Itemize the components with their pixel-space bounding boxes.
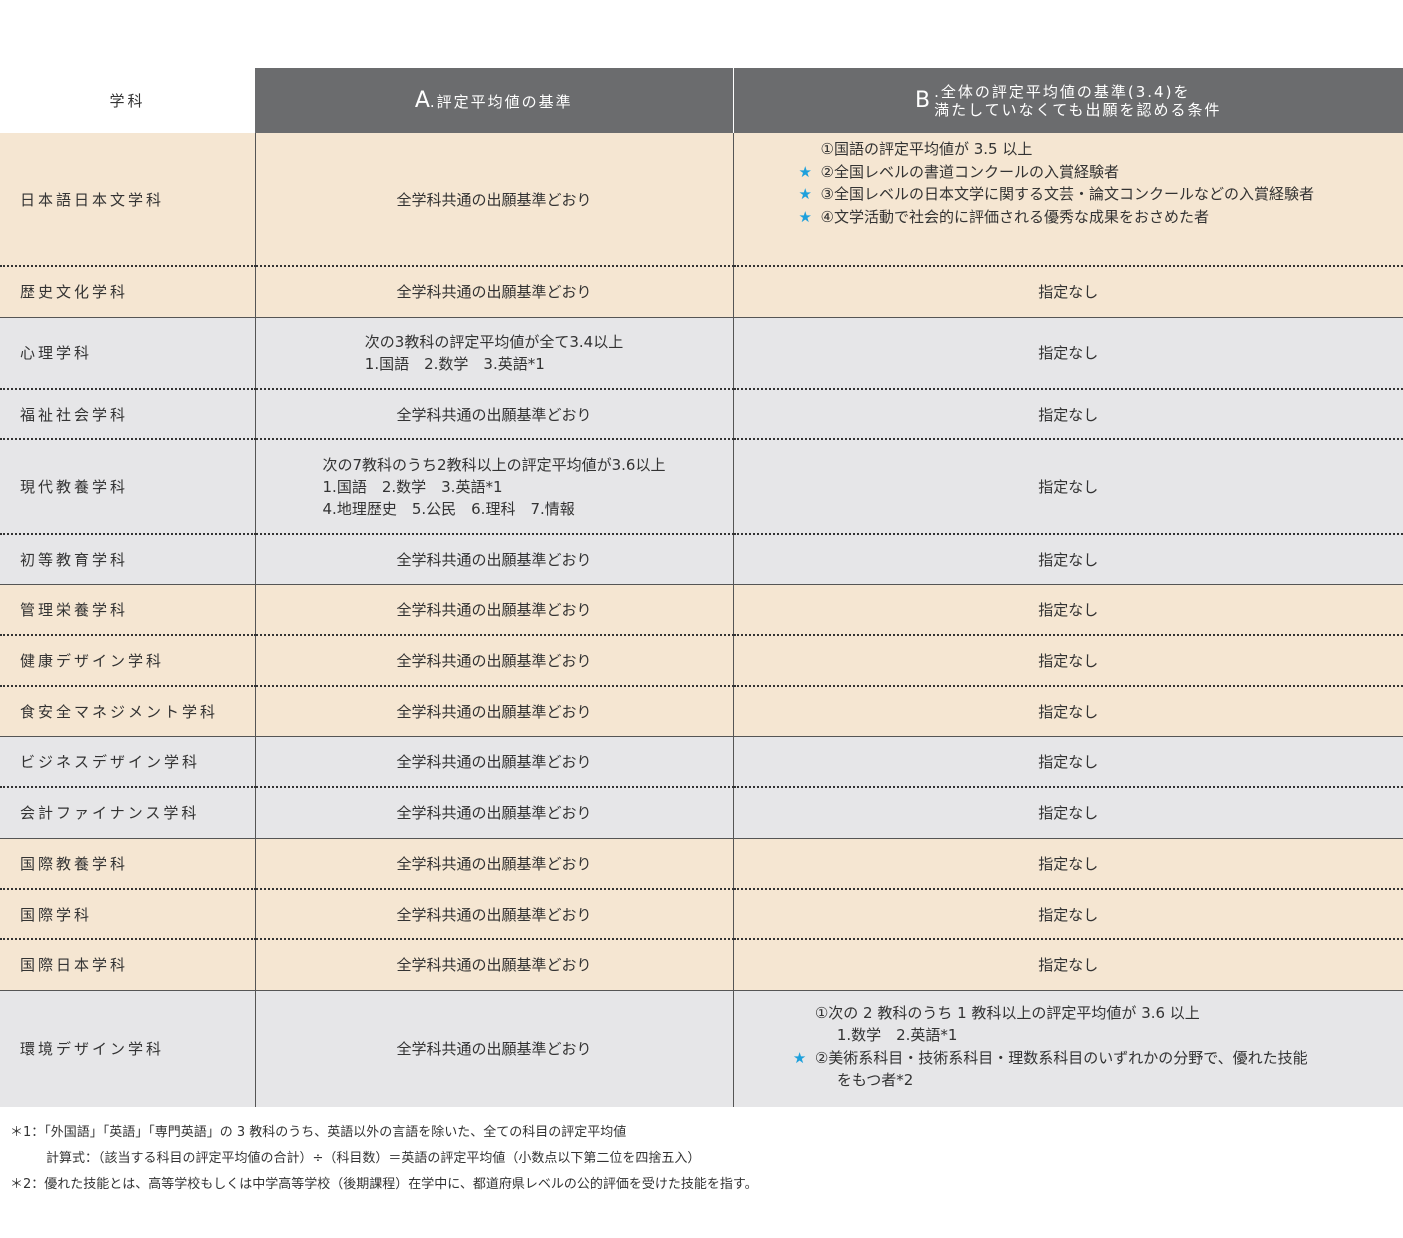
criterion-b: 指定なし <box>733 635 1403 687</box>
condition-line: ①次の 2 教科のうち 1 教科以上の評定平均値が 3.6 以上 <box>814 1003 1200 1022</box>
header-dept: 学科 <box>0 68 255 133</box>
criterion-b: 指定なし <box>733 534 1403 585</box>
criterion-line: 1.国語 2.数学 3.英語*1 <box>364 354 545 373</box>
criterion-a: 全学科共通の出願基準どおり <box>255 584 734 636</box>
table-row: ビジネスデザイン学科 全学科共通の出願基準どおり 指定なし <box>0 736 1403 788</box>
criterion-b: 指定なし <box>733 266 1403 318</box>
header-a-label: .評定平均値の基準 <box>429 93 573 111</box>
star-icon: ★ <box>798 207 812 226</box>
criterion-a: 全学科共通の出願基準どおり <box>255 686 734 737</box>
dept-name: 現代教養学科 <box>0 439 256 535</box>
criterion-b: 指定なし <box>733 389 1403 440</box>
criterion-a: 全学科共通の出願基準どおり <box>255 787 734 839</box>
criterion-b: 指定なし <box>733 317 1403 390</box>
footnote-2: ＊2：優れた技能とは、高等学校もしくは中学高等学校（後期課程）在学中に、都道府県… <box>10 1177 758 1192</box>
criterion-b: 指定なし <box>733 787 1403 839</box>
criterion-a: 全学科共通の出願基準どおり <box>255 389 734 440</box>
criterion-b: 指定なし <box>733 736 1403 788</box>
criterion-a: 次の3教科の評定平均値が全て3.4以上 1.国語 2.数学 3.英語*1 <box>255 317 734 390</box>
footnote-1-formula: 計算式：（該当する科目の評定平均値の合計）÷（科目数）＝英語の評定平均値（小数点… <box>46 1151 701 1166</box>
criterion-a: 全学科共通の出願基準どおり <box>255 534 734 585</box>
criterion-line: 1.国語 2.数学 3.英語*1 <box>322 477 503 496</box>
condition-line: ①国語の評定平均値が 3.5 以上 <box>820 140 1033 158</box>
condition-line: をもつ者*2 <box>836 1071 914 1090</box>
header-a: A.評定平均値の基準 <box>255 68 734 133</box>
criterion-b: 指定なし <box>733 584 1403 636</box>
table-row: 会計ファイナンス学科 全学科共通の出願基準どおり 指定なし <box>0 787 1403 839</box>
table-row: 環境デザイン学科 全学科共通の出願基準どおり ①次の 2 教科のうち 1 教科以… <box>0 990 1403 1107</box>
condition-line: ★ ③全国レベルの日本文学に関する文芸・論文コンクールなどの入賞経験者 <box>799 183 1314 206</box>
criterion-line: 次の7教科のうち2教科以上の評定平均値が3.6以上 <box>322 455 666 474</box>
table-row: 福祉社会学科 全学科共通の出願基準どおり 指定なし <box>0 389 1403 440</box>
table-row: 心理学科 次の3教科の評定平均値が全て3.4以上 1.国語 2.数学 3.英語*… <box>0 317 1403 390</box>
criterion-a: 全学科共通の出願基準どおり <box>255 838 734 890</box>
dept-name: ビジネスデザイン学科 <box>0 736 256 788</box>
condition-line: ★ ②美術系科目・技術系科目・理数系科目のいずれかの分野で、優れた技能 <box>793 1047 1308 1070</box>
table-row: 日本語日本文学科 全学科共通の出願基準どおり ①国語の評定平均値が 3.5 以上… <box>0 133 1403 267</box>
header-b-mark: B <box>915 88 931 113</box>
criterion-a: 全学科共通の出願基準どおり <box>255 266 734 318</box>
dept-name: 食安全マネジメント学科 <box>0 686 256 737</box>
footnote-1: ＊1：「外国語」「英語」「専門英語」の 3 教科のうち、英語以外の言語を除いた、… <box>10 1125 627 1140</box>
criterion-a: 全学科共通の出願基準どおり <box>255 736 734 788</box>
star-icon: ★ <box>798 185 812 203</box>
criterion-b: 指定なし <box>733 939 1403 991</box>
dept-name: 国際学科 <box>0 889 256 940</box>
table-row: 健康デザイン学科 全学科共通の出願基準どおり 指定なし <box>0 635 1403 687</box>
dept-name: 心理学科 <box>0 317 256 390</box>
table-row: 初等教育学科 全学科共通の出願基準どおり 指定なし <box>0 534 1403 585</box>
dept-name: 歴史文化学科 <box>0 266 256 318</box>
criterion-b: 指定なし <box>733 889 1403 940</box>
star-icon: ★ <box>792 1048 807 1067</box>
header-b-line2: 満たしていなくても出願を認める条件 <box>934 100 1222 119</box>
table-row: 国際教養学科 全学科共通の出願基準どおり 指定なし <box>0 838 1403 890</box>
header-b-line1: .全体の評定平均値の基準(3.4)を <box>934 82 1191 101</box>
criterion-a: 次の7教科のうち2教科以上の評定平均値が3.6以上 1.国語 2.数学 3.英語… <box>255 439 734 535</box>
dept-name: 福祉社会学科 <box>0 389 256 440</box>
table-row: 食安全マネジメント学科 全学科共通の出願基準どおり 指定なし <box>0 686 1403 737</box>
dept-name: 国際教養学科 <box>0 838 256 890</box>
dept-name: 日本語日本文学科 <box>0 133 256 267</box>
criterion-b: ①国語の評定平均値が 3.5 以上 ★ ②全国レベルの書道コンクールの入賞経験者 … <box>733 133 1403 267</box>
criteria-table-wrapper: 学科 A.評定平均値の基準 B .全体の評定平均値の基準(3.4)を 満たしてい… <box>0 68 1403 1107</box>
criterion-b: 指定なし <box>733 686 1403 737</box>
criterion-a: 全学科共通の出願基準どおり <box>255 990 734 1107</box>
criterion-b: 指定なし <box>733 439 1403 535</box>
criterion-a: 全学科共通の出願基準どおり <box>255 635 734 687</box>
criterion-b: ①次の 2 教科のうち 1 教科以上の評定平均値が 3.6 以上 1.数学 2.… <box>733 990 1403 1107</box>
dept-name: 会計ファイナンス学科 <box>0 787 256 839</box>
dept-name: 国際日本学科 <box>0 939 256 991</box>
table-header-row: 学科 A.評定平均値の基準 B .全体の評定平均値の基準(3.4)を 満たしてい… <box>0 68 1403 133</box>
footnotes: ＊1：「外国語」「英語」「専門英語」の 3 教科のうち、英語以外の言語を除いた、… <box>10 1120 758 1198</box>
dept-name: 環境デザイン学科 <box>0 990 256 1107</box>
table-row: 国際学科 全学科共通の出願基準どおり 指定なし <box>0 889 1403 940</box>
table-row: 歴史文化学科 全学科共通の出願基準どおり 指定なし <box>0 266 1403 318</box>
condition-line: ★ ②全国レベルの書道コンクールの入賞経験者 <box>799 161 1314 184</box>
criteria-table: 学科 A.評定平均値の基準 B .全体の評定平均値の基準(3.4)を 満たしてい… <box>0 68 1403 1107</box>
dept-name: 管理栄養学科 <box>0 584 256 636</box>
condition-line: 1.数学 2.英語*1 <box>836 1026 958 1045</box>
condition-line: ★ ④文学活動で社会的に評価される優秀な成果をおさめた者 <box>799 206 1314 229</box>
star-icon: ★ <box>798 162 812 181</box>
header-b: B .全体の評定平均値の基準(3.4)を 満たしていなくても出願を認める条件 <box>733 68 1403 133</box>
criterion-line: 次の3教科の評定平均値が全て3.4以上 <box>364 332 624 351</box>
table-row: 国際日本学科 全学科共通の出願基準どおり 指定なし <box>0 939 1403 991</box>
criterion-a: 全学科共通の出願基準どおり <box>255 939 734 991</box>
table-row: 現代教養学科 次の7教科のうち2教科以上の評定平均値が3.6以上 1.国語 2.… <box>0 439 1403 535</box>
criterion-line: 4.地理歴史 5.公民 6.理科 7.情報 <box>322 499 575 518</box>
criterion-a: 全学科共通の出願基準どおり <box>255 889 734 940</box>
dept-name: 健康デザイン学科 <box>0 635 256 687</box>
header-a-mark: A <box>414 88 430 113</box>
dept-name: 初等教育学科 <box>0 534 256 585</box>
criterion-a: 全学科共通の出願基準どおり <box>255 133 734 267</box>
criterion-b: 指定なし <box>733 838 1403 890</box>
table-row: 管理栄養学科 全学科共通の出願基準どおり 指定なし <box>0 584 1403 636</box>
